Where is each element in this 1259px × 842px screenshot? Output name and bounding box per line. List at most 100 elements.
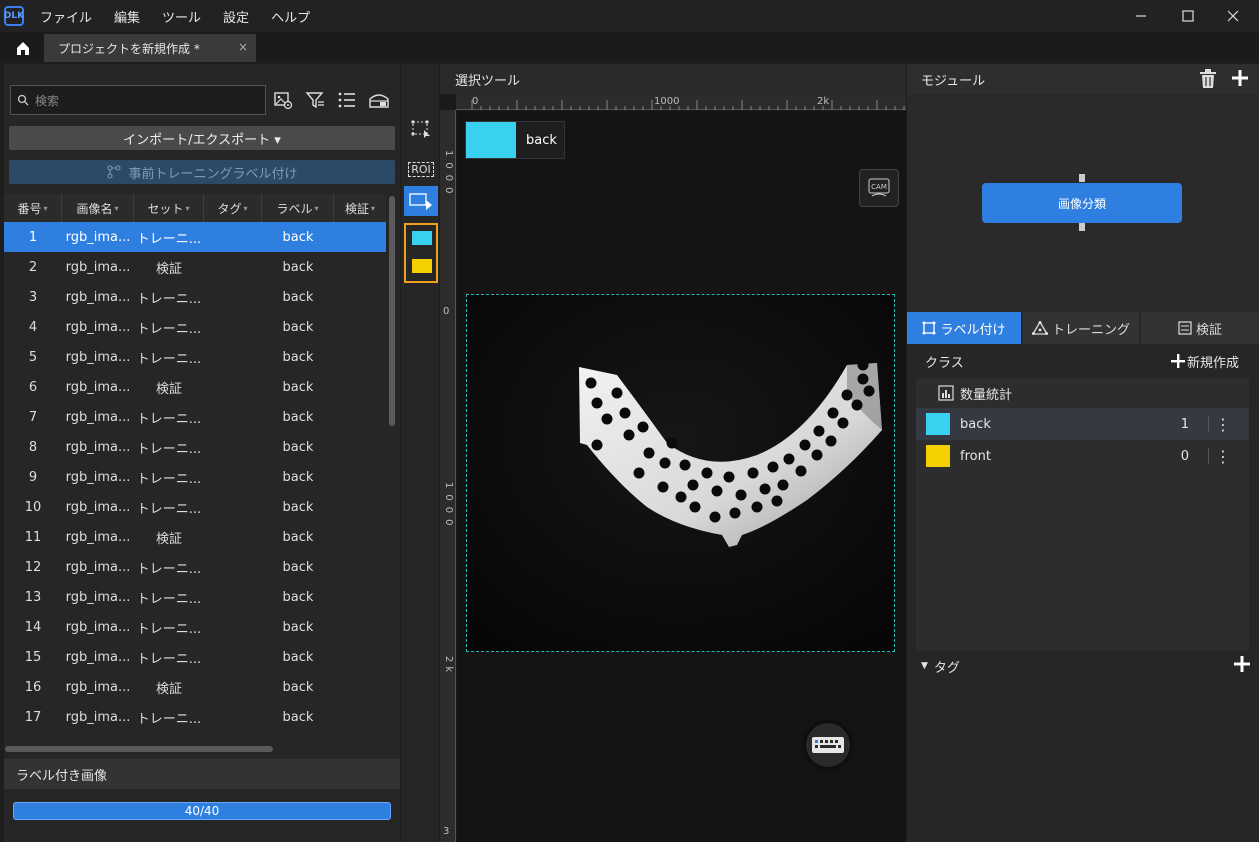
table-cell: back	[282, 229, 314, 245]
table-row[interactable]: 10 rgb_ima... トレーニ... back	[4, 492, 386, 522]
maximize-button[interactable]	[1165, 0, 1211, 32]
delete-module-button[interactable]	[1199, 69, 1217, 93]
module-header: モジュール	[907, 64, 1259, 94]
search-icon	[17, 94, 29, 106]
tab-project-label: プロジェクトを新規作成 *	[58, 41, 200, 56]
current-class-label: back	[526, 132, 557, 148]
bar-chart-icon	[938, 385, 954, 401]
table-row[interactable]: 14 rgb_ima... トレーニ... back	[4, 612, 386, 642]
tags-section-header[interactable]: ▼ タグ	[921, 655, 1251, 677]
roi-tool-button[interactable]: ROI	[404, 154, 438, 184]
filter-button[interactable]	[302, 87, 328, 113]
column-header-validation[interactable]: 検証 ▾	[334, 194, 386, 222]
vertical-ruler: 1000 0 1000 2k 3	[440, 110, 456, 842]
table-cell: back	[282, 589, 314, 605]
more-options-icon[interactable]: ⋮	[1215, 447, 1231, 466]
table-row[interactable]: 6 rgb_ima... 検証 back	[4, 372, 386, 402]
table-cell: トレーニ...	[136, 501, 202, 517]
table-cell: back	[282, 709, 314, 725]
column-header-label[interactable]: ラベル ▾	[262, 194, 334, 222]
split-view-button[interactable]	[366, 87, 392, 113]
add-tag-button[interactable]	[1233, 654, 1251, 679]
list-view-button[interactable]	[334, 87, 360, 113]
table-cell: 検証	[155, 681, 182, 697]
part-image	[467, 295, 894, 651]
pretrain-labeling-button[interactable]: 事前トレーニングラベル付け	[9, 160, 395, 184]
table-row[interactable]: 2 rgb_ima... 検証 back	[4, 252, 386, 282]
camera-button[interactable]: CAM	[859, 169, 899, 207]
more-options-icon[interactable]: ⋮	[1215, 415, 1231, 434]
menu-help[interactable]: ヘルプ	[271, 7, 310, 26]
table-row[interactable]: 4 rgb_ima... トレーニ... back	[4, 312, 386, 342]
column-header-number[interactable]: 番号 ▾	[4, 194, 62, 222]
quantity-stats-button[interactable]: 数量統計	[916, 378, 1249, 408]
table-row[interactable]: 8 rgb_ima... トレーニ... back	[4, 432, 386, 462]
table-cell: back	[282, 499, 314, 515]
table-row[interactable]: 1 rgb_ima... トレーニ... back	[4, 222, 386, 252]
table-row[interactable]: 12 rgb_ima... トレーニ... back	[4, 552, 386, 582]
table-row[interactable]: 11 rgb_ima... 検証 back	[4, 522, 386, 552]
labeled-images-header: ラベル付き画像	[4, 759, 400, 789]
table-cell: 13	[24, 589, 42, 605]
image-canvas[interactable]: back CAM	[457, 111, 906, 842]
collapse-caret-icon: ▼	[921, 661, 928, 671]
table-row[interactable]: 15 rgb_ima... トレーニ... back	[4, 642, 386, 672]
search-input[interactable]: 検索	[10, 85, 266, 115]
close-window-button[interactable]	[1210, 0, 1256, 32]
table-cell: 検証	[155, 531, 182, 547]
column-header-tag[interactable]: タグ ▾	[204, 194, 262, 222]
home-tab[interactable]	[8, 34, 38, 62]
horizontal-scrollbar[interactable]	[5, 746, 273, 752]
table-cell: rgb_ima...	[65, 649, 131, 665]
table-cell: back	[282, 649, 314, 665]
table-cell: 10	[24, 499, 42, 515]
class-color-swatch[interactable]	[926, 413, 950, 435]
import-export-button[interactable]: インポート/エクスポート ▾	[9, 126, 395, 150]
module-input-connector[interactable]	[1079, 174, 1085, 182]
select-tool-button[interactable]	[404, 186, 438, 216]
table-row[interactable]: 16 rgb_ima... 検証 back	[4, 672, 386, 702]
tab-training[interactable]: トレーニング	[1023, 312, 1141, 344]
tab-labeling[interactable]: ラベル付け	[907, 312, 1023, 344]
column-header-image-name[interactable]: 画像名 ▾	[62, 194, 134, 222]
polygon-tool-button[interactable]	[404, 114, 438, 144]
keyboard-shortcuts-button[interactable]	[806, 723, 850, 767]
table-cell: back	[282, 319, 314, 335]
class-item-front[interactable]: front 0 ⋮	[916, 440, 1249, 472]
table-cell: 検証	[155, 261, 182, 277]
table-cell: rgb_ima...	[65, 259, 131, 275]
table-row[interactable]: 3 rgb_ima... トレーニ... back	[4, 282, 386, 312]
table-row[interactable]: 17 rgb_ima... トレーニ... back	[4, 702, 386, 732]
table-row[interactable]: 5 rgb_ima... トレーニ... back	[4, 342, 386, 372]
menu-file[interactable]: ファイル	[40, 7, 92, 26]
minimize-button[interactable]	[1118, 0, 1164, 32]
table-row[interactable]: 9 rgb_ima... トレーニ... back	[4, 462, 386, 492]
new-class-button[interactable]: 新規作成	[1170, 349, 1239, 373]
tab-validation[interactable]: 検証	[1141, 312, 1259, 344]
menu-edit[interactable]: 編集	[114, 7, 140, 26]
image-list-panel: 検索 インポート/エクスポート ▾ 事前トレーニングラベル付け 番号 ▾ 画像名 ▾…	[4, 64, 400, 842]
table-row[interactable]: 13 rgb_ima... トレーニ... back	[4, 582, 386, 612]
add-module-button[interactable]	[1231, 69, 1249, 91]
class-list: 数量統計 back 1 ⋮ front 0 ⋮	[916, 378, 1249, 650]
class-color-swatch[interactable]	[926, 445, 950, 467]
tab-project[interactable]: プロジェクトを新規作成 * ×	[44, 34, 256, 62]
table-cell: トレーニ...	[136, 591, 202, 607]
class-item-back[interactable]: back 1 ⋮	[916, 408, 1249, 440]
labeling-icon	[922, 321, 936, 335]
column-header-set[interactable]: セット ▾	[134, 194, 204, 222]
table-row[interactable]: 7 rgb_ima... トレーニ... back	[4, 402, 386, 432]
labeled-image[interactable]	[466, 294, 895, 652]
tab-close-icon[interactable]: ×	[238, 40, 248, 54]
vertical-scrollbar[interactable]	[389, 196, 395, 426]
image-settings-button[interactable]	[270, 87, 296, 113]
menu-settings[interactable]: 設定	[223, 7, 249, 26]
table-cell: 検証	[155, 381, 182, 397]
table-cell: rgb_ima...	[65, 679, 131, 695]
menu-tools[interactable]: ツール	[162, 7, 201, 26]
module-output-connector[interactable]	[1079, 223, 1085, 231]
class-swatch-back[interactable]	[412, 231, 432, 245]
class-swatch-front[interactable]	[412, 259, 432, 273]
module-node-image-classification[interactable]: 画像分類	[982, 183, 1182, 223]
close-icon	[1227, 10, 1239, 22]
